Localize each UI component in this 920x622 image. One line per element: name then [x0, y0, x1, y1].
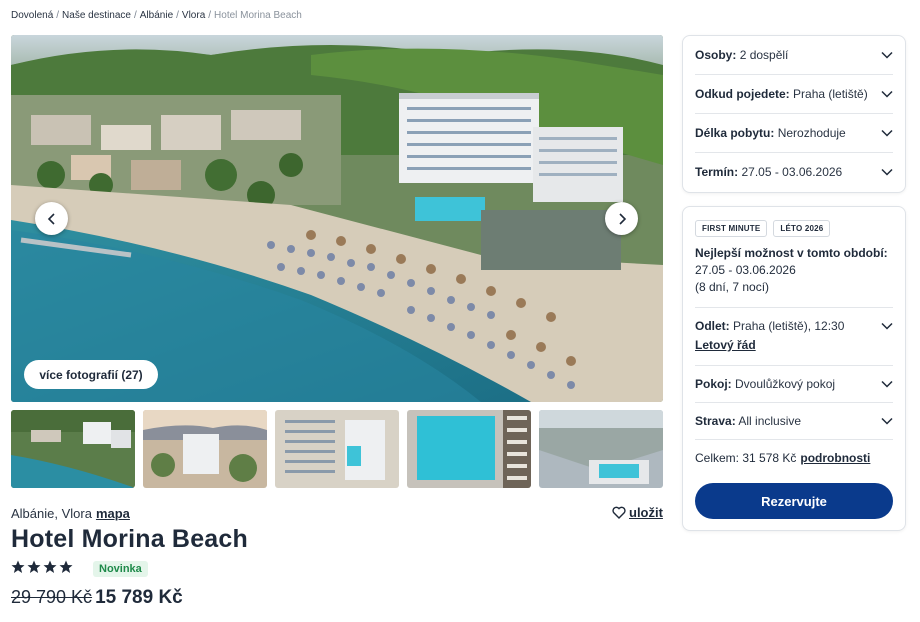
divider	[695, 152, 893, 153]
reserve-button[interactable]: Rezervujte	[695, 483, 893, 519]
chevron-down-icon	[881, 51, 893, 59]
divider	[695, 365, 893, 366]
thumbnail-image	[407, 410, 531, 488]
chevron-down-icon	[881, 90, 893, 98]
best-option-dates: 27.05 - 03.06.2026	[695, 263, 796, 277]
thumbnail[interactable]	[11, 410, 135, 488]
breadcrumb-separator: /	[208, 10, 212, 21]
heart-icon	[612, 506, 626, 519]
chevron-down-icon	[881, 417, 893, 425]
flight-value: Praha (letiště), 12:30	[733, 319, 845, 333]
room-label: Pokoj:	[695, 377, 732, 391]
breadcrumb-current: Hotel Morina Beach	[214, 10, 302, 21]
term-dropdown[interactable]: Termín: 27.05 - 03.06.2026	[695, 164, 893, 180]
flight-label: Odlet:	[695, 319, 730, 333]
hotel-aerial-photo	[11, 35, 663, 402]
departure-value: Praha (letiště)	[793, 87, 868, 101]
total-label: Celkem: 31 578 Kč	[695, 451, 797, 465]
best-option-heading: Nejlepší možnost v tomto období:	[695, 246, 888, 260]
stay-length-dropdown[interactable]: Délka pobytu: Nerozhoduje	[695, 125, 893, 141]
breadcrumb-separator: /	[133, 10, 137, 21]
tag-first-minute: FIRST MINUTE	[695, 220, 768, 237]
booking-panel: FIRST MINUTE LÉTO 2026 Nejlepší možnost …	[682, 206, 906, 531]
chevron-down-icon	[881, 322, 893, 330]
thumbnail[interactable]	[407, 410, 531, 488]
term-label: Termín:	[695, 165, 739, 179]
price-row: 29 790 Kč 15 789 Kč	[11, 587, 183, 609]
original-price: 29 790 Kč	[11, 587, 93, 607]
divider	[695, 402, 893, 403]
chevron-down-icon	[881, 129, 893, 137]
divider	[695, 307, 893, 308]
thumbnail-image	[539, 410, 663, 488]
persons-dropdown[interactable]: Osoby: 2 dospělí	[695, 47, 893, 63]
main-photo[interactable]: více fotografií (27)	[11, 35, 663, 402]
hotel-location: Albánie, Vlora mapa	[11, 506, 130, 521]
divider	[695, 74, 893, 75]
new-badge: Novinka	[93, 561, 148, 577]
best-option-nights: (8 dní, 7 nocí)	[695, 280, 770, 294]
breadcrumb-separator: /	[176, 10, 179, 21]
star-icon	[59, 560, 73, 573]
hotel-name: Hotel Morina Beach	[11, 525, 248, 553]
thumbnail[interactable]	[275, 410, 399, 488]
board-value: All inclusive	[738, 414, 802, 428]
search-filters-panel: Osoby: 2 dospělí Odkud pojedete: Praha (…	[682, 35, 906, 193]
discounted-price: 15 789 Kč	[95, 587, 183, 608]
board-dropdown[interactable]: Strava: All inclusive	[695, 413, 893, 429]
save-label: uložit	[629, 505, 663, 520]
star-icon	[27, 560, 41, 573]
breadcrumb-albanie[interactable]: Albánie	[140, 10, 173, 21]
thumbnail-strip	[11, 410, 663, 488]
star-icon	[11, 560, 25, 573]
offer-tags: FIRST MINUTE LÉTO 2026	[695, 220, 831, 237]
room-dropdown[interactable]: Pokoj: Dvoulůžkový pokoj	[695, 376, 893, 392]
next-photo-button[interactable]	[605, 202, 638, 235]
divider	[695, 439, 893, 440]
best-option: Nejlepší možnost v tomto období: 27.05 -…	[695, 245, 888, 296]
departure-dropdown[interactable]: Odkud pojedete: Praha (letiště)	[695, 86, 893, 102]
total-price: Celkem: 31 578 Kč podrobnosti	[695, 451, 870, 465]
save-button[interactable]: uložit	[612, 505, 663, 520]
departure-label: Odkud pojedete:	[695, 87, 790, 101]
breadcrumb-destinace[interactable]: Naše destinace	[62, 10, 131, 21]
star-rating	[11, 560, 73, 574]
chevron-down-icon	[881, 168, 893, 176]
breadcrumb: Dovolená / Naše destinace / Albánie / Vlora / Ho…	[11, 10, 302, 21]
chevron-down-icon	[881, 380, 893, 388]
thumbnail-image	[275, 410, 399, 488]
tag-season: LÉTO 2026	[773, 220, 831, 237]
stay-length-value: Nerozhoduje	[777, 126, 846, 140]
divider	[695, 113, 893, 114]
details-link[interactable]: podrobnosti	[800, 451, 870, 465]
chevron-left-icon	[47, 212, 55, 225]
breadcrumb-dovolena[interactable]: Dovolená	[11, 10, 53, 21]
chevron-right-icon	[618, 212, 626, 225]
breadcrumb-vlora[interactable]: Vlora	[182, 10, 205, 21]
location-text: Albánie, Vlora	[11, 506, 92, 521]
stay-length-label: Délka pobytu:	[695, 126, 775, 140]
persons-label: Osoby:	[695, 48, 737, 62]
star-icon	[43, 560, 57, 573]
flight-schedule-link[interactable]: Letový řád	[695, 338, 756, 352]
flight-dropdown[interactable]: Odlet: Praha (letiště), 12:30	[695, 318, 893, 334]
thumbnail-image	[143, 410, 267, 488]
thumbnail[interactable]	[143, 410, 267, 488]
room-value: Dvoulůžkový pokoj	[735, 377, 836, 391]
thumbnail-image	[11, 410, 135, 488]
board-label: Strava:	[695, 414, 736, 428]
term-value: 27.05 - 03.06.2026	[741, 165, 843, 179]
thumbnail[interactable]	[539, 410, 663, 488]
map-link[interactable]: mapa	[96, 506, 130, 521]
previous-photo-button[interactable]	[35, 202, 68, 235]
more-photos-button[interactable]: více fotografií (27)	[24, 360, 158, 389]
persons-value: 2 dospělí	[739, 48, 789, 62]
breadcrumb-separator: /	[56, 10, 60, 21]
